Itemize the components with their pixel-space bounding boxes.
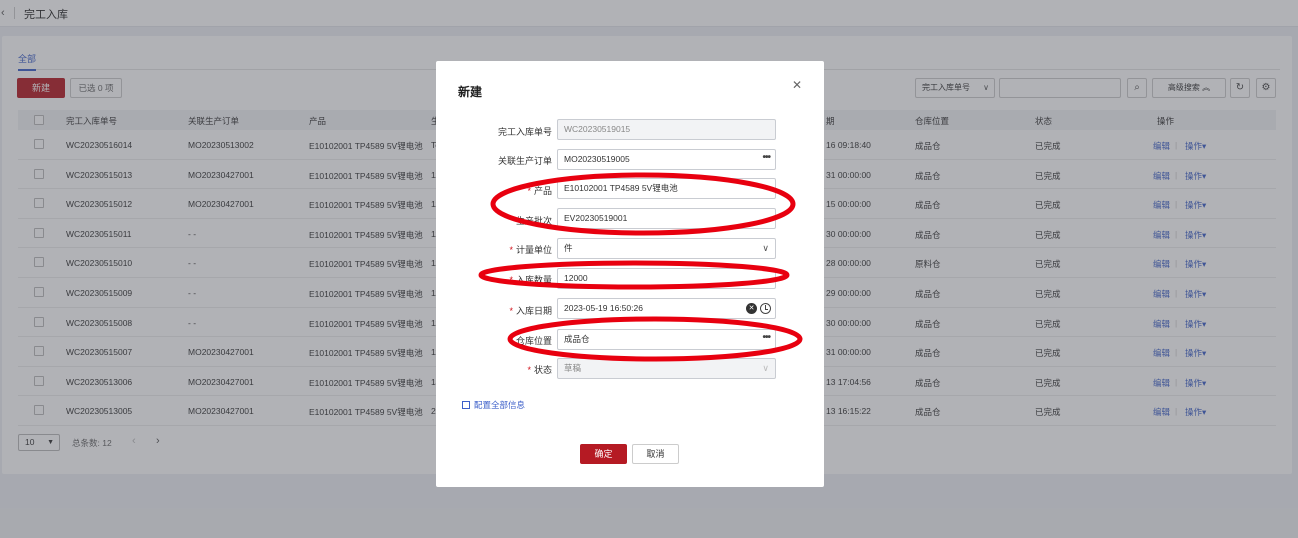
unit-select[interactable]: 件 ∨ [557,238,776,259]
external-edit-icon [462,401,470,409]
field-label-production-order: 关联生产订单 [497,156,552,166]
field-label-product: * 产品 [527,186,552,196]
production-order-field[interactable]: MO20230519005 ••• [557,149,776,170]
status-value: 草稿 [564,363,582,373]
close-icon[interactable]: ✕ [792,78,802,92]
chevron-down-icon: ∨ [762,363,769,373]
chevron-down-icon: ∨ [762,243,769,253]
quantity-field[interactable]: 12000 [557,268,776,289]
dialog-title: 新建 [458,85,483,99]
field-label-location: * 仓库位置 [509,336,552,346]
field-label-unit: * 计量单位 [509,245,552,255]
product-field[interactable]: E10102001 TP4589 5V锂电池 [557,178,776,199]
unit-value: 件 [564,243,573,253]
config-all-info-label: 配置全部信息 [474,400,526,410]
field-label-quantity: * 入库数量 [509,275,552,285]
location-field[interactable]: 成品仓 ••• [557,329,776,350]
date-value: 2023-05-19 16:50:26 [564,303,643,313]
confirm-button[interactable]: 确定 [580,444,627,464]
date-field[interactable]: 2023-05-19 16:50:26 ✕ [557,298,776,319]
production-order-value: MO20230519005 [564,154,630,164]
batch-field[interactable]: EV20230519001 [557,208,776,229]
clear-icon[interactable]: ✕ [746,303,757,314]
more-icon[interactable]: ••• [762,150,770,167]
cancel-button[interactable]: 取消 [632,444,679,464]
field-label-date: * 入库日期 [509,306,552,316]
receipt-no-field: WC20230519015 [557,119,776,140]
more-icon[interactable]: ••• [762,330,770,347]
field-label-receipt-no: 完工入库单号 [497,127,552,137]
new-record-dialog: 新建 ✕ 完工入库单号 WC20230519015 关联生产订单 MO20230… [436,61,824,487]
clock-icon[interactable] [760,303,771,314]
field-label-batch: 生产批次 [515,216,552,226]
location-value: 成品仓 [564,334,590,344]
field-label-status: * 状态 [527,365,552,375]
config-all-info-link[interactable]: 配置全部信息 [462,399,525,411]
status-select: 草稿 ∨ [557,358,776,379]
